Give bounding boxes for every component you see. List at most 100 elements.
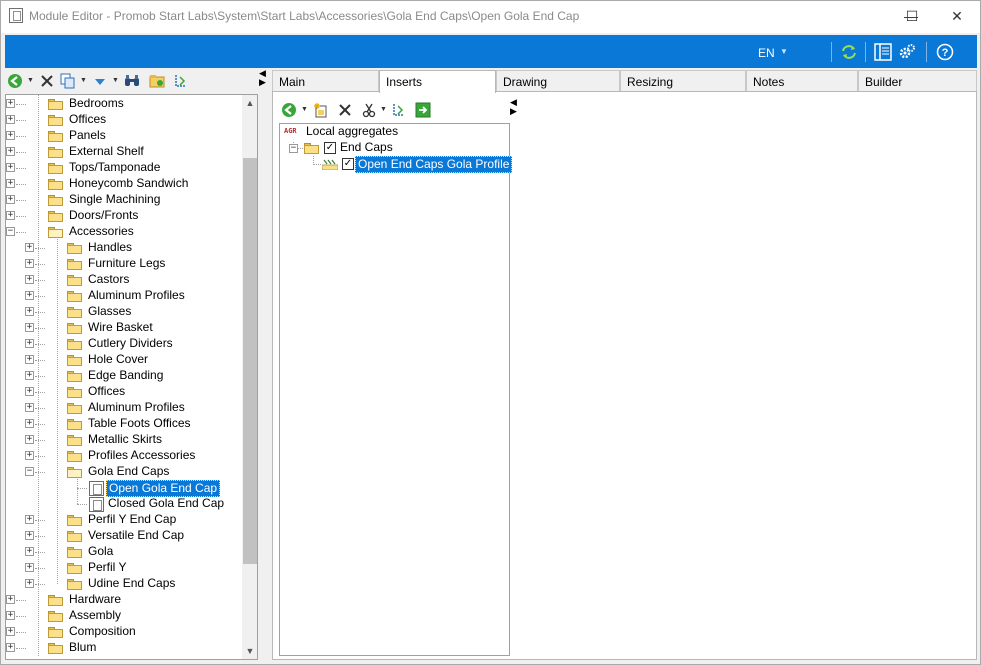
expand-icon[interactable]: + — [25, 307, 34, 316]
tree-item-label[interactable]: Perfil Y — [86, 560, 128, 575]
tree-item-label[interactable]: Honeycomb Sandwich — [67, 176, 190, 191]
expand-icon[interactable]: + — [6, 211, 15, 220]
settings-icon[interactable] — [898, 43, 916, 61]
expand-icon[interactable]: + — [25, 531, 34, 540]
language-selector[interactable]: EN — [758, 46, 775, 60]
expand-icon[interactable]: + — [6, 131, 15, 140]
tree-item-label[interactable]: Edge Banding — [86, 368, 165, 383]
expand-icon[interactable]: + — [25, 371, 34, 380]
expand-icon[interactable]: + — [6, 611, 15, 620]
back-icon[interactable] — [7, 73, 23, 89]
chevron-down-icon[interactable]: ▼ — [27, 77, 34, 84]
tree-item-label[interactable]: Hardware — [67, 592, 123, 607]
expand-icon[interactable]: + — [25, 403, 34, 412]
expand-icon[interactable]: + — [6, 595, 15, 604]
panel-splitter-arrows[interactable]: ◀ ▶ — [259, 69, 271, 89]
tree-structure-icon[interactable] — [391, 102, 407, 118]
title-bar[interactable]: Module Editor - Promob Start Labs\System… — [1, 1, 980, 33]
tree-item-label[interactable]: Offices — [67, 112, 108, 127]
tree-item-label[interactable]: Aluminum Profiles — [86, 400, 187, 415]
inserts-splitter-arrows[interactable]: ◀ ▶ — [510, 98, 517, 116]
profile-checkbox[interactable]: ✓ — [342, 158, 354, 170]
expand-icon[interactable]: + — [6, 163, 15, 172]
expand-icon[interactable]: + — [6, 115, 15, 124]
expand-icon[interactable]: + — [6, 627, 15, 636]
tree-item-label[interactable]: Handles — [86, 240, 134, 255]
layout-icon[interactable] — [874, 43, 892, 61]
expand-icon[interactable]: + — [25, 243, 34, 252]
tree-item-label[interactable]: Castors — [86, 272, 131, 287]
expand-icon[interactable]: + — [6, 195, 15, 204]
tree-item-label[interactable]: Hole Cover — [86, 352, 150, 367]
tree-item-label[interactable]: Perfil Y End Cap — [86, 512, 178, 527]
tree-item-label[interactable]: Panels — [67, 128, 108, 143]
tree-item-label[interactable]: Tops/Tamponade — [67, 160, 162, 175]
expand-icon[interactable]: + — [25, 419, 34, 428]
scroll-thumb[interactable] — [243, 158, 257, 564]
scroll-up-icon[interactable]: ▲ — [242, 95, 257, 111]
tree-item-label[interactable]: Open Gola End Cap — [106, 480, 221, 497]
chevron-down-icon[interactable]: ▼ — [80, 77, 87, 84]
tab-drawing[interactable]: Drawing — [496, 70, 620, 92]
tree-item-label[interactable]: Bedrooms — [67, 96, 126, 111]
tree-item-label[interactable]: Furniture Legs — [86, 256, 167, 271]
tree-item-label[interactable]: Versatile End Cap — [86, 528, 186, 543]
move-down-icon[interactable] — [92, 73, 108, 89]
tree-item-label[interactable]: Offices — [86, 384, 127, 399]
tab-main[interactable]: Main — [272, 70, 379, 92]
expand-icon[interactable]: + — [25, 547, 34, 556]
tree-item-label[interactable]: External Shelf — [67, 144, 146, 159]
expand-icon[interactable]: + — [6, 643, 15, 652]
maximize-button[interactable]: ☐ — [890, 1, 934, 31]
expand-icon[interactable]: + — [25, 387, 34, 396]
tree-item-label[interactable]: Gola — [86, 544, 115, 559]
help-icon[interactable]: ? — [936, 43, 954, 61]
tab-inserts[interactable]: Inserts — [379, 70, 496, 93]
export-icon[interactable] — [415, 102, 431, 118]
tree-item-label[interactable]: Composition — [67, 624, 138, 639]
expand-icon[interactable]: + — [25, 563, 34, 572]
chevron-down-icon[interactable]: ▼ — [380, 106, 387, 113]
tree-item-label[interactable]: Closed Gola End Cap — [106, 496, 226, 511]
tree-item-label[interactable]: Blum — [67, 640, 98, 655]
expand-icon[interactable]: + — [25, 339, 34, 348]
expand-icon[interactable]: + — [25, 275, 34, 284]
scroll-down-icon[interactable]: ▼ — [242, 643, 257, 659]
tree-item-label[interactable]: Wire Basket — [86, 320, 155, 335]
delete-icon[interactable] — [39, 73, 55, 89]
expand-icon[interactable]: + — [25, 451, 34, 460]
expand-icon[interactable]: + — [25, 291, 34, 300]
expand-icon[interactable]: + — [6, 179, 15, 188]
tree-item-label[interactable]: Glasses — [86, 304, 133, 319]
close-button[interactable]: ✕ — [934, 1, 980, 31]
tree-item-label[interactable]: Doors/Fronts — [67, 208, 140, 223]
delete-icon[interactable] — [337, 102, 353, 118]
end-caps-checkbox[interactable]: ✓ — [324, 142, 336, 154]
cut-icon[interactable] — [361, 102, 377, 118]
expand-icon[interactable]: + — [6, 99, 15, 108]
tree-item-label[interactable]: Gola End Caps — [86, 464, 171, 479]
collapse-icon[interactable]: − — [6, 227, 15, 236]
inserts-tree[interactable]: AGR Local aggregates − ✓ End Caps ✓ Open… — [279, 123, 513, 656]
new-item-icon[interactable] — [313, 102, 329, 118]
module-tree[interactable]: + Bedrooms + Offices + Panels + External Shelf +… — [5, 94, 258, 660]
tab-builder[interactable]: Builder — [858, 70, 977, 92]
tree-item-label[interactable]: Profiles Accessories — [86, 448, 197, 463]
expand-icon[interactable]: + — [25, 355, 34, 364]
expand-icon[interactable]: + — [25, 515, 34, 524]
tree-structure-icon[interactable] — [173, 73, 189, 89]
tree-item-label[interactable]: Aluminum Profiles — [86, 288, 187, 303]
expand-icon[interactable]: + — [6, 147, 15, 156]
refresh-icon[interactable] — [840, 43, 858, 61]
tab-notes[interactable]: Notes — [746, 70, 858, 92]
expand-icon[interactable]: + — [25, 435, 34, 444]
tree-item-label[interactable]: Accessories — [67, 224, 136, 239]
expand-icon[interactable]: + — [25, 259, 34, 268]
tab-resizing[interactable]: Resizing — [620, 70, 746, 92]
tree-item-label[interactable]: Metallic Skirts — [86, 432, 164, 447]
expand-icon[interactable]: + — [25, 579, 34, 588]
tree-item-label[interactable]: Single Machining — [67, 192, 162, 207]
tree-item-label[interactable]: Table Foots Offices — [86, 416, 193, 431]
chevron-down-icon[interactable]: ▼ — [112, 77, 119, 84]
tree-item-label[interactable]: Cutlery Dividers — [86, 336, 175, 351]
